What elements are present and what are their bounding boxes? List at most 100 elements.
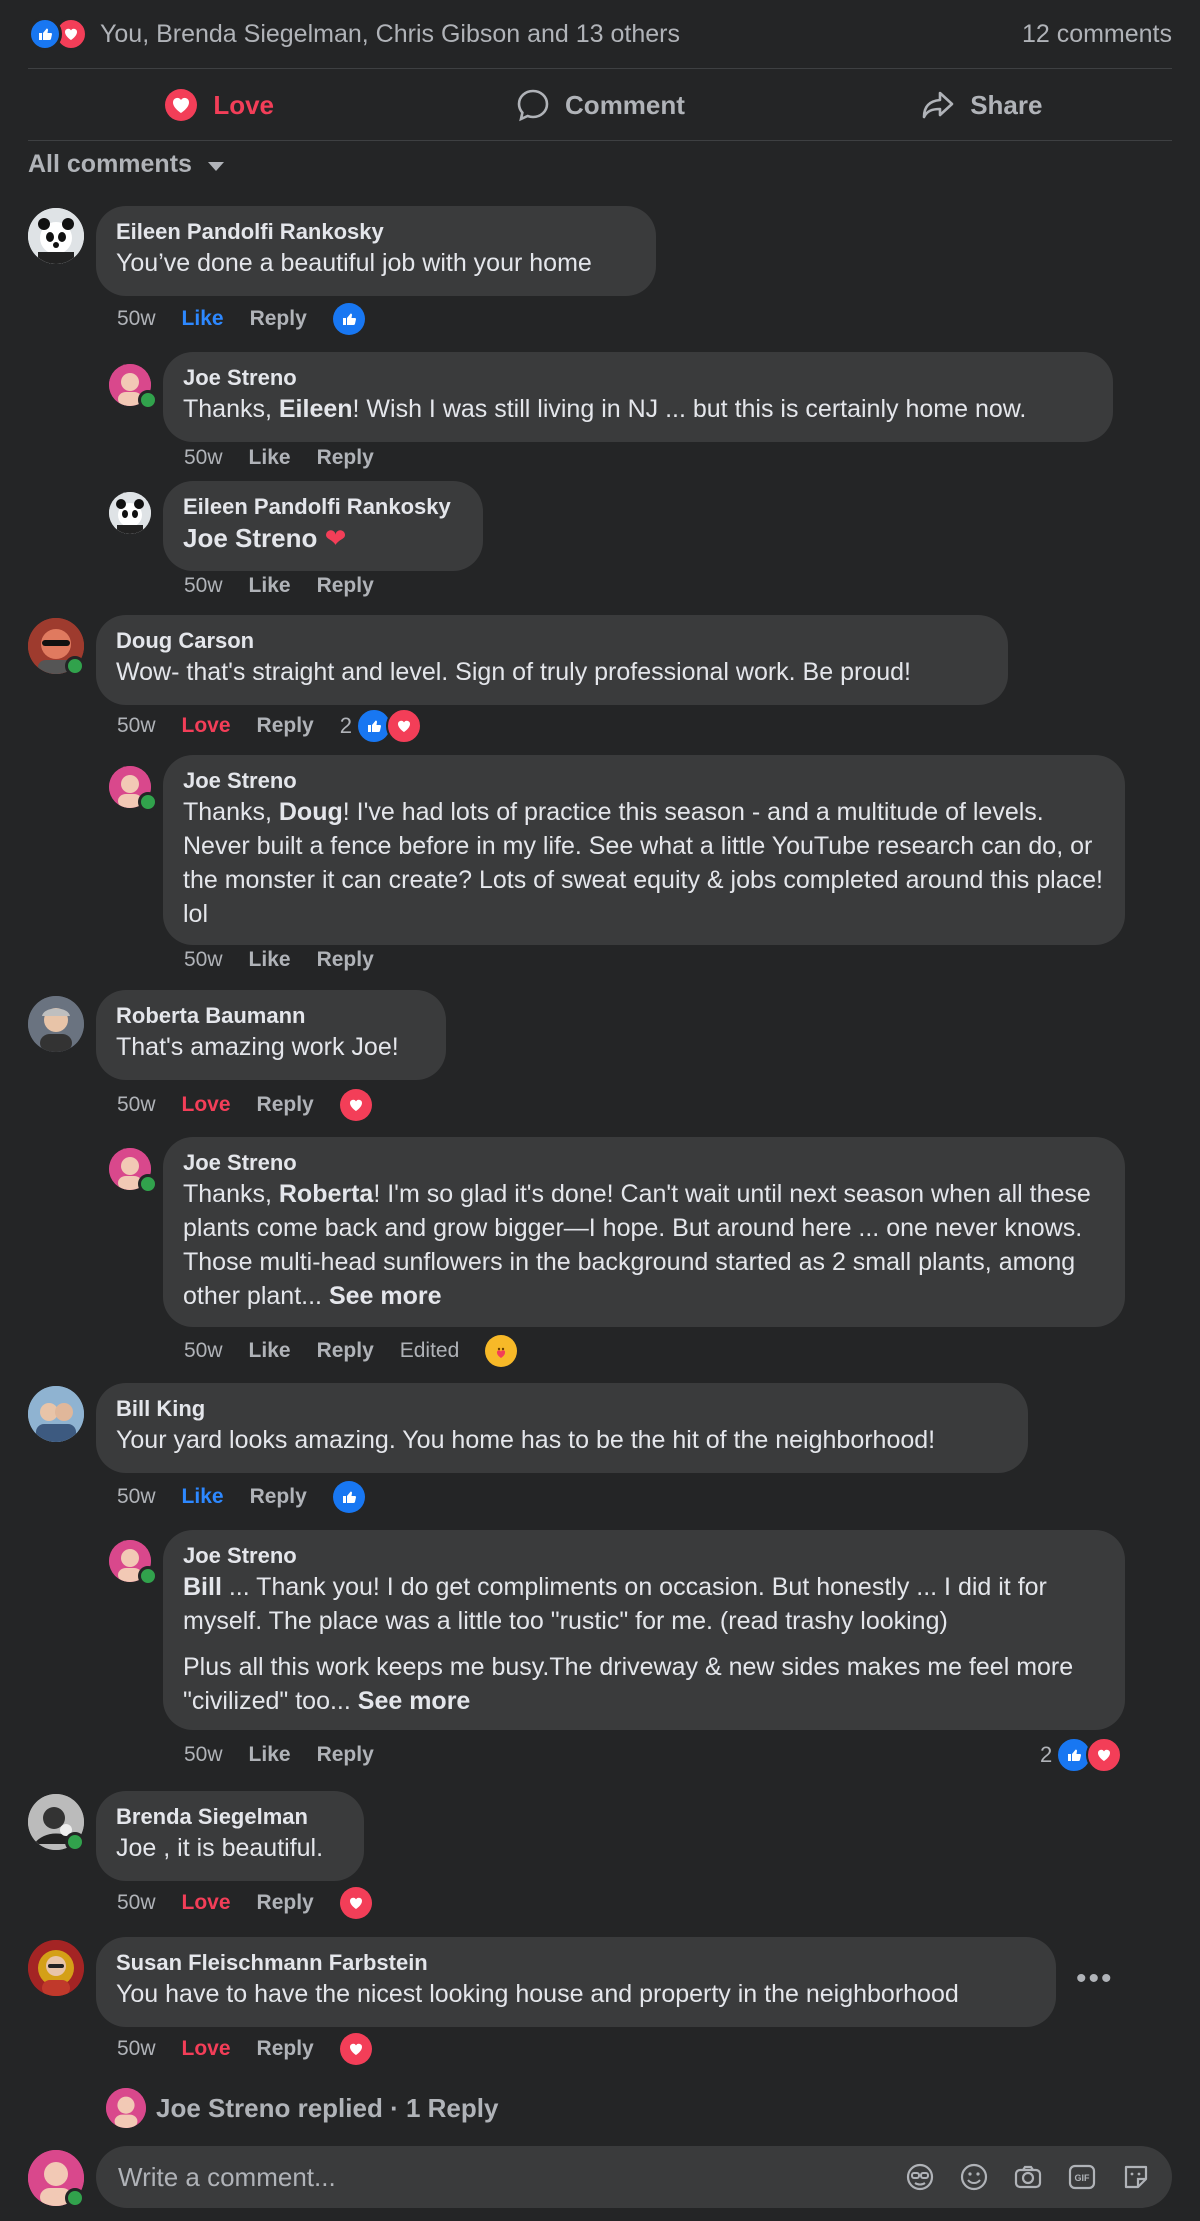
reaction-summary[interactable]: You, Brenda Siegelman, Chris Gibson and … bbox=[28, 8, 1172, 60]
comment-button[interactable]: Comment bbox=[409, 70, 790, 140]
avatar[interactable] bbox=[109, 492, 151, 534]
like-icon[interactable] bbox=[332, 1481, 365, 1513]
reply-link[interactable]: Reply bbox=[257, 2037, 314, 2061]
view-replies-link[interactable]: Joe Streno replied · 1 Reply bbox=[106, 2088, 498, 2128]
reply-link[interactable]: Reply bbox=[317, 446, 374, 470]
comment-author[interactable]: Eileen Pandolfi Rankosky bbox=[116, 218, 636, 246]
like-link[interactable]: Like bbox=[249, 948, 291, 972]
mention[interactable]: Roberta bbox=[279, 1180, 373, 1208]
person-avatar-icon bbox=[28, 1386, 84, 1442]
composer-icons: GIF bbox=[904, 2161, 1152, 2193]
reply-link[interactable]: Reply bbox=[317, 948, 374, 972]
comment-input[interactable] bbox=[116, 2160, 904, 2194]
comment-time[interactable]: 50w bbox=[184, 446, 223, 470]
avatar[interactable] bbox=[28, 1940, 84, 1996]
comment-author[interactable]: Joe Streno bbox=[183, 1542, 1105, 1570]
comment-author[interactable]: Bill King bbox=[116, 1395, 1008, 1423]
camera-icon[interactable] bbox=[1012, 2161, 1044, 2193]
comment-time[interactable]: 50w bbox=[117, 1891, 156, 1915]
online-indicator bbox=[138, 390, 158, 410]
like-link[interactable]: Like bbox=[249, 446, 291, 470]
comment-meta: 50w Like Reply bbox=[184, 442, 400, 474]
like-link[interactable]: Like bbox=[249, 1339, 291, 1363]
comment-author[interactable]: Brenda Siegelman bbox=[116, 1803, 344, 1831]
comment-bubble: Brenda Siegelman Joe , it is beautiful. bbox=[96, 1791, 364, 1881]
love-link[interactable]: Love bbox=[182, 1891, 231, 1915]
reply-link[interactable]: Reply bbox=[317, 574, 374, 598]
comment-bubble: Eileen Pandolfi Rankosky Joe Streno ❤ bbox=[163, 481, 483, 571]
comment-author[interactable]: Doug Carson bbox=[116, 627, 988, 655]
reaction-summary-text[interactable]: You, Brenda Siegelman, Chris Gibson and … bbox=[100, 20, 680, 49]
comment-bubble: Eileen Pandolfi Rankosky You’ve done a b… bbox=[96, 206, 656, 296]
reply-link[interactable]: Reply bbox=[250, 1485, 307, 1509]
like-icon[interactable] bbox=[332, 303, 365, 335]
comment-author[interactable]: Joe Streno bbox=[183, 1149, 1105, 1177]
mention[interactable]: Bill bbox=[183, 1573, 222, 1601]
care-reaction-icon[interactable] bbox=[485, 1335, 518, 1367]
reply-link[interactable]: Reply bbox=[257, 714, 314, 738]
like-link[interactable]: Like bbox=[249, 1743, 291, 1767]
mention[interactable]: Eileen bbox=[279, 395, 353, 423]
love-button[interactable]: Love bbox=[28, 70, 409, 140]
comment-text: Thanks, Doug! I've had lots of practice … bbox=[183, 798, 1103, 928]
reply-link[interactable]: Reply bbox=[317, 1339, 374, 1363]
like-link[interactable]: Like bbox=[182, 307, 224, 331]
comment-time[interactable]: 50w bbox=[184, 574, 223, 598]
comment-text: Wow- that's straight and level. Sign of … bbox=[116, 658, 911, 686]
comment-author[interactable]: Roberta Baumann bbox=[116, 1002, 426, 1030]
love-link[interactable]: Love bbox=[182, 2037, 231, 2061]
reply-link[interactable]: Reply bbox=[250, 307, 307, 331]
reply-link[interactable]: Reply bbox=[257, 1891, 314, 1915]
reaction-count[interactable]: 2 bbox=[1040, 1737, 1123, 1773]
comment-time[interactable]: 50w bbox=[117, 1093, 156, 1117]
comment-filter-dropdown[interactable]: All comments bbox=[28, 150, 224, 179]
comment-meta: 50w Love Reply 2 bbox=[117, 708, 422, 744]
comment-time[interactable]: 50w bbox=[117, 2037, 156, 2061]
avatar[interactable] bbox=[28, 996, 84, 1052]
love-label: Love bbox=[213, 89, 274, 120]
see-more-link[interactable]: See more bbox=[329, 1282, 442, 1310]
like-link[interactable]: Like bbox=[249, 574, 291, 598]
online-indicator bbox=[65, 1832, 85, 1852]
heart-icon[interactable] bbox=[339, 2033, 372, 2065]
sticker-icon[interactable] bbox=[1120, 2161, 1152, 2193]
heart-icon[interactable] bbox=[339, 1089, 372, 1121]
heart-emoji-icon: ❤ bbox=[324, 523, 347, 553]
like-link[interactable]: Like bbox=[182, 1485, 224, 1509]
comment-author[interactable]: Eileen Pandolfi Rankosky bbox=[183, 493, 463, 521]
gif-icon[interactable]: GIF bbox=[1066, 2161, 1098, 2193]
comment-author[interactable]: Susan Fleischmann Farbstein bbox=[116, 1949, 1036, 1977]
mention[interactable]: Joe Streno bbox=[183, 523, 317, 553]
emoji-icon[interactable] bbox=[958, 2161, 990, 2193]
comment-meta: 50w Like Reply bbox=[184, 570, 400, 602]
comment-time[interactable]: 50w bbox=[117, 714, 156, 738]
see-more-link[interactable]: See more bbox=[358, 1687, 471, 1715]
comment-time[interactable]: 50w bbox=[184, 1339, 223, 1363]
heart-icon[interactable] bbox=[339, 1887, 372, 1919]
comments-count[interactable]: 12 comments bbox=[1022, 20, 1172, 49]
comment-time[interactable]: 50w bbox=[117, 307, 156, 331]
comment-time[interactable]: 50w bbox=[184, 1743, 223, 1767]
comment-author[interactable]: Joe Streno bbox=[183, 767, 1105, 795]
panda-avatar-icon bbox=[109, 492, 151, 534]
avatar[interactable] bbox=[28, 208, 84, 264]
love-link[interactable]: Love bbox=[182, 1093, 231, 1117]
share-button[interactable]: Share bbox=[791, 70, 1172, 140]
comment-text: Your yard looks amazing. You home has to… bbox=[116, 1426, 936, 1454]
reply-link[interactable]: Reply bbox=[317, 1743, 374, 1767]
comment-icon bbox=[517, 89, 549, 122]
comment-bubble: Bill King Your yard looks amazing. You h… bbox=[96, 1383, 1028, 1473]
reaction-count[interactable]: 2 bbox=[340, 708, 422, 744]
avatar[interactable] bbox=[28, 1386, 84, 1442]
comment-meta: 50w Like Reply bbox=[184, 944, 400, 976]
avatar-sticker-icon[interactable] bbox=[904, 2161, 936, 2193]
comment-text: Thanks, Eileen! Wish I was still living … bbox=[183, 395, 1027, 423]
avatar bbox=[106, 2088, 146, 2128]
comment-time[interactable]: 50w bbox=[117, 1485, 156, 1509]
reply-link[interactable]: Reply bbox=[257, 1093, 314, 1117]
love-link[interactable]: Love bbox=[182, 714, 231, 738]
more-options-icon[interactable]: ••• bbox=[1076, 1962, 1114, 1996]
mention[interactable]: Doug bbox=[279, 798, 343, 826]
comment-author[interactable]: Joe Streno bbox=[183, 364, 1093, 392]
comment-time[interactable]: 50w bbox=[184, 948, 223, 972]
